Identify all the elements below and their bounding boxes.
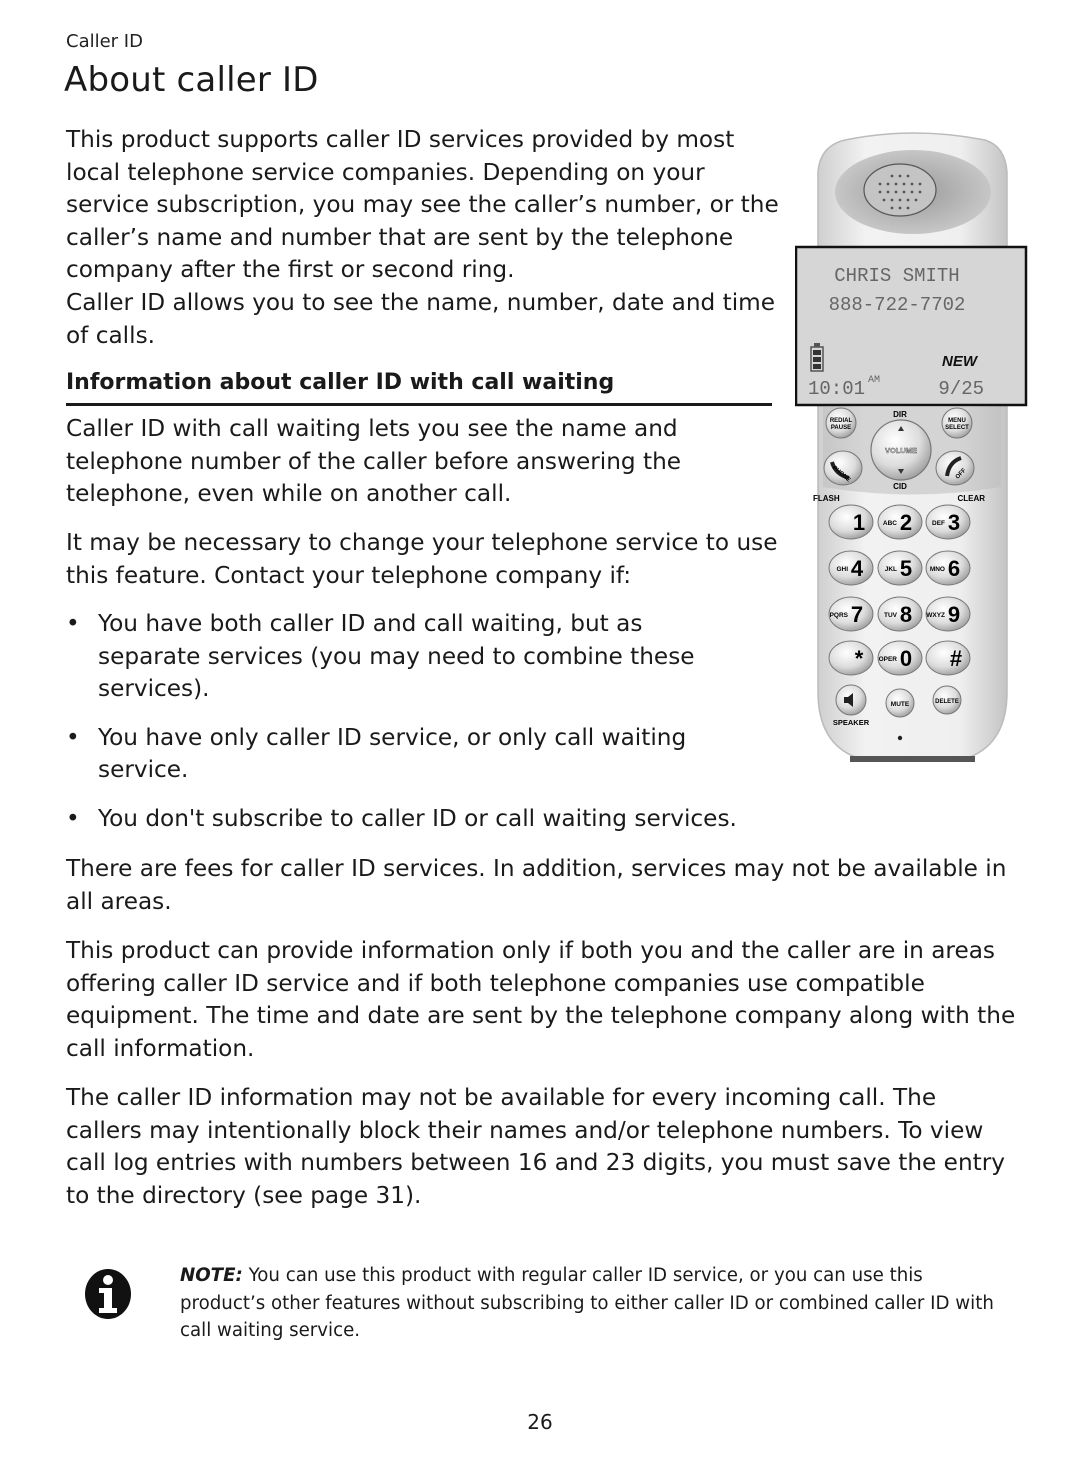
intro-text-2: Caller ID allows you to see the name, nu… xyxy=(66,288,776,349)
bullet-list: • You have both caller ID and call waitin… xyxy=(66,608,796,852)
keypad-key-1: 1 xyxy=(828,504,874,540)
select-label: SELECT xyxy=(945,425,969,431)
mute-button: MUTE xyxy=(885,688,915,718)
note-text: You can use this product with regular ca… xyxy=(180,1265,994,1341)
section-label: Caller ID xyxy=(66,31,143,52)
bullet-glyph: • xyxy=(66,723,80,751)
bullet-text: You don't subscribe to caller ID or call… xyxy=(98,804,737,832)
keypad-key-star: * xyxy=(828,640,874,676)
key-digit: 8 xyxy=(900,602,912,627)
bullet-item: • You don't subscribe to caller ID or cal… xyxy=(66,803,828,836)
key-digit: # xyxy=(950,646,962,671)
keypad-key-3: DEF 3 xyxy=(925,504,971,540)
key-letters: TUV xyxy=(884,612,898,619)
menu-select-button: MENU SELECT xyxy=(941,407,973,439)
section-heading: Information about caller ID with call wa… xyxy=(66,370,772,406)
key-digit: 2 xyxy=(900,510,912,535)
note-label: NOTE: xyxy=(180,1265,243,1286)
key-digit: 3 xyxy=(948,510,960,535)
call-time: 10:01 xyxy=(808,378,865,400)
key-digit: 6 xyxy=(948,556,960,581)
fees-paragraph: There are fees for caller ID services. I… xyxy=(66,855,1007,915)
pause-label: PAUSE xyxy=(831,425,851,431)
phone-base xyxy=(850,756,975,762)
key-digit: 5 xyxy=(900,556,912,581)
keypad-key-2: ABC 2 xyxy=(877,504,923,540)
intro-text: This product supports caller ID services… xyxy=(66,126,779,284)
off-button: OFF xyxy=(935,450,975,486)
keypad-key-0: OPER 0 xyxy=(877,640,923,676)
key-digit: 4 xyxy=(851,556,864,581)
menu-label: MENU xyxy=(948,418,966,424)
bullet-text: You have only caller ID service, or only… xyxy=(98,723,687,784)
bullet-glyph: • xyxy=(66,804,80,832)
key-digit: 1 xyxy=(853,510,865,535)
keypad-key-9: WXYZ 9 xyxy=(925,596,971,632)
keypad-key-8: TUV 8 xyxy=(877,596,923,632)
caller-name: CHRIS SMITH xyxy=(834,265,959,287)
microphone-icon xyxy=(897,735,903,741)
redial-pause-button: REDIAL PAUSE xyxy=(825,407,857,439)
contact-company-paragraph: It may be necessary to change your telep… xyxy=(66,529,778,589)
bullet-text: You have both caller ID and call waiting… xyxy=(98,610,695,703)
phone-talk-button: PHONE xyxy=(823,450,863,486)
flash-label: FLASH xyxy=(813,494,840,503)
call-ampm: AM xyxy=(868,375,880,386)
cid-label: CID xyxy=(893,482,907,491)
volume-label: VOLUME xyxy=(885,446,917,455)
phone-illustration: CHRIS SMITH 888-722-7702 NEW 10:01 AM 9/… xyxy=(795,132,1028,762)
call-waiting-paragraph: Caller ID with call waiting lets you see… xyxy=(66,415,682,508)
call-date: 9/25 xyxy=(938,378,984,400)
volume-nav-button: VOLUME xyxy=(870,419,932,481)
keypad-key-5: JKL 5 xyxy=(877,550,923,586)
bullet-item: • You have only caller ID service, or onl… xyxy=(66,722,738,787)
bullet-item: • You have both caller ID and call waitin… xyxy=(66,608,738,706)
key-digit: 0 xyxy=(900,646,912,671)
key-digit: 9 xyxy=(948,602,960,627)
page-title: About caller ID xyxy=(64,60,319,100)
key-digit: 7 xyxy=(851,602,863,627)
key-letters: PQRS xyxy=(830,612,849,619)
page-number: 26 xyxy=(527,1410,553,1434)
intro-paragraph: This product supports caller ID services… xyxy=(66,124,786,352)
speaker-label: SPEAKER xyxy=(833,718,870,727)
note-box: NOTE: You can use this product with regu… xyxy=(180,1262,1000,1345)
key-digit: * xyxy=(855,646,864,671)
info-icon xyxy=(85,1269,131,1319)
key-letters: ABC xyxy=(883,520,897,527)
mute-label: MUTE xyxy=(891,701,910,708)
blocked-calls-paragraph: The caller ID information may not be ava… xyxy=(66,1084,1005,1209)
availability-paragraph: This product can provide information onl… xyxy=(66,937,1016,1062)
keypad-key-6: MNO 6 xyxy=(925,550,971,586)
keypad-key-7: PQRS 7 xyxy=(828,596,874,632)
delete-label: DELETE xyxy=(935,699,959,705)
keypad-key-4: GHI 4 xyxy=(828,550,874,586)
dir-label: DIR xyxy=(893,410,907,419)
keypad-key-pound: # xyxy=(925,640,971,676)
key-letters: OPER xyxy=(879,656,898,663)
redial-label: REDIAL xyxy=(830,418,853,424)
caller-number: 888-722-7702 xyxy=(829,294,966,316)
key-letters: GHI xyxy=(836,566,848,573)
delete-button: DELETE xyxy=(932,685,962,715)
key-letters: JKL xyxy=(885,566,897,573)
key-letters: WXYZ xyxy=(926,612,945,619)
key-letters: MNO xyxy=(930,566,945,573)
clear-label: CLEAR xyxy=(957,494,985,503)
key-letters: DEF xyxy=(932,520,945,527)
new-badge: NEW xyxy=(942,353,979,370)
bullet-glyph: • xyxy=(66,610,80,637)
